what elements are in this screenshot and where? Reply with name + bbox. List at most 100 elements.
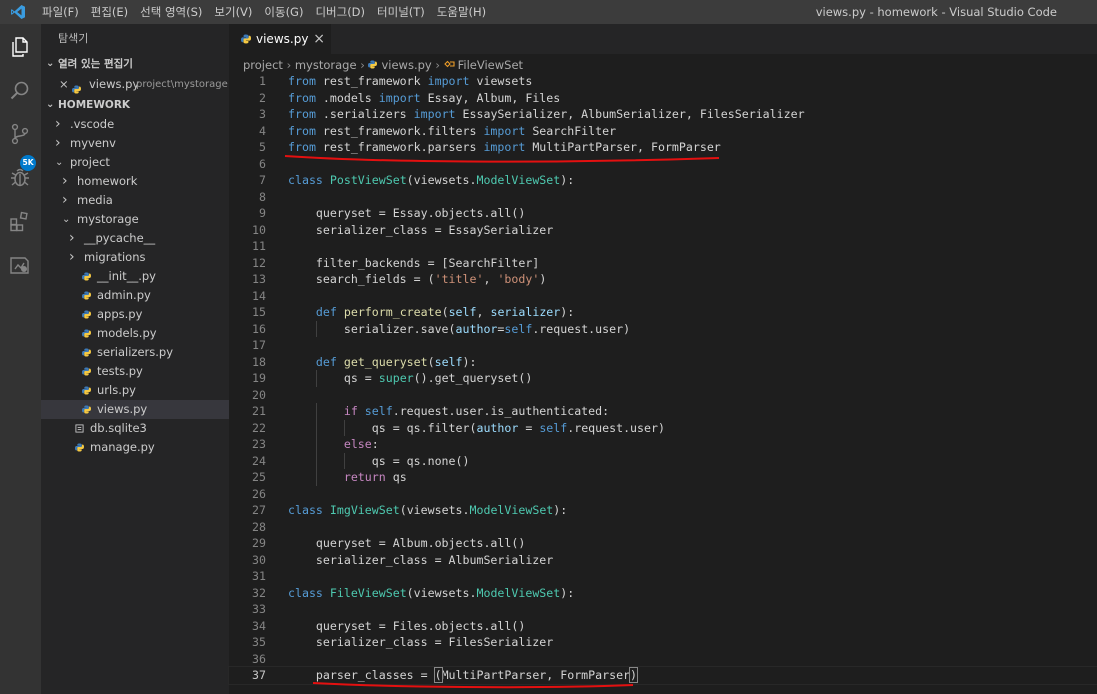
code-line[interactable]: 18 def get_queryset(self): [229, 354, 1097, 371]
code-line[interactable]: 25 return qs [229, 469, 1097, 486]
code-line[interactable]: 22 qs = qs.filter(author = self.request.… [229, 419, 1097, 436]
code-line[interactable]: 23 else: [229, 436, 1097, 453]
line-number: 34 [252, 618, 266, 633]
tree-file[interactable]: apps.py [41, 305, 229, 324]
code-token: .serializers [315, 107, 414, 121]
code-editor[interactable]: 1 from rest_framework import viewsets 2 fro… [228, 73, 1097, 685]
window-title: views.py - homework - Visual Studio Code [815, 5, 1057, 19]
breadcrumb-item[interactable]: views.py [381, 58, 431, 72]
code-line[interactable]: 9 queryset = Essay.objects.all() [229, 205, 1097, 222]
tree-file[interactable]: admin.py [41, 286, 229, 305]
code-line[interactable]: 27 class ImgViewSet(viewsets.ModelViewSet… [229, 502, 1097, 519]
code-line[interactable]: 30 serializer_class = AlbumSerializer [229, 552, 1097, 569]
tree-folder[interactable]: › myvenv [41, 134, 229, 153]
breadcrumb-item[interactable]: mystorage [295, 58, 357, 72]
code-line[interactable]: 2 from .models import Essay, Album, Files [229, 90, 1097, 107]
close-icon[interactable]: × [59, 74, 69, 95]
code-line[interactable]: 19 qs = super().get_queryset() [229, 370, 1097, 387]
code-line[interactable]: 35 serializer_class = FilesSerializer [229, 634, 1097, 651]
code-line[interactable]: 12 filter_backends = [SearchFilter] [229, 255, 1097, 272]
menu-item[interactable]: 디버그(D) [309, 4, 371, 20]
code-line[interactable]: 20 [229, 387, 1097, 404]
code-token: import [483, 123, 526, 138]
tree-item-label: project [70, 155, 110, 169]
code-line[interactable]: 37 parser_classes = (MultiPartParser, Fo… [228, 666, 1097, 685]
code-line[interactable]: 4 from rest_framework.filters import Sear… [229, 123, 1097, 140]
code-line[interactable]: 26 [229, 486, 1097, 503]
explorer-sidebar: 탐색기 ⌄ 열려 있는 편집기 × views.py project\mysto… [41, 24, 229, 694]
chevron-down-icon: ⌄ [62, 214, 71, 225]
tree-folder[interactable]: ⌄ mystorage [41, 210, 229, 229]
line-number: 29 [252, 536, 266, 550]
tree-item-label: media [77, 193, 113, 207]
code-text: class FileViewSet(viewsets.ModelViewSet)… [288, 585, 574, 602]
menu-item[interactable]: 보기(V) [208, 4, 258, 20]
tree-file[interactable]: db.sqlite3 [41, 419, 229, 438]
code-line[interactable]: 31 [229, 568, 1097, 585]
code-line[interactable]: 17 [229, 337, 1097, 354]
code-token: qs = qs.none() [288, 453, 470, 468]
code-line[interactable]: 13 search_fields = ('title', 'body') [229, 271, 1097, 288]
code-token: : [371, 437, 379, 451]
code-line[interactable]: 8 [229, 189, 1097, 206]
menu-item[interactable]: 편집(E) [85, 4, 134, 20]
tree-item-label: __pycache__ [84, 231, 156, 245]
database-file-icon [75, 424, 84, 433]
code-line[interactable]: 21 if self.request.user.is_authenticated… [229, 403, 1097, 420]
menu-item[interactable]: 선택 영역(S) [134, 4, 208, 20]
line-number: 30 [252, 552, 266, 567]
code-line[interactable]: 10 serializer_class = EssaySerializer [229, 222, 1097, 239]
tree-file[interactable]: __init__.py [41, 267, 229, 286]
code-line[interactable]: 33 [229, 601, 1097, 618]
tree-folder[interactable]: › __pycache__ [41, 229, 229, 248]
tree-folder[interactable]: › media [41, 191, 229, 210]
code-line[interactable]: 24 qs = qs.none() [229, 452, 1097, 469]
code-line[interactable]: 11 [229, 238, 1097, 255]
line-number: 16 [252, 321, 266, 336]
close-tab-icon[interactable]: × [313, 24, 325, 54]
debug-icon[interactable] [8, 165, 32, 189]
open-editor-item[interactable]: × views.py project\mystorage [41, 74, 229, 95]
code-line[interactable]: 36 [229, 651, 1097, 668]
tree-file[interactable]: views.py [41, 400, 229, 419]
tree-file[interactable]: manage.py [41, 438, 229, 457]
tree-file[interactable]: tests.py [41, 362, 229, 381]
tree-file[interactable]: models.py [41, 324, 229, 343]
tree-folder[interactable]: › .vscode [41, 115, 229, 134]
code-text: from rest_framework.filters import Searc… [288, 123, 616, 140]
code-line[interactable]: 28 [229, 519, 1097, 536]
tree-folder[interactable]: › migrations [41, 248, 229, 267]
code-line[interactable]: 16 serializer.save(author=self.request.u… [229, 320, 1097, 337]
extensions-icon[interactable] [8, 209, 32, 233]
tree-folder[interactable]: › homework [41, 172, 229, 191]
open-editors-section[interactable]: ⌄ 열려 있는 편집기 [41, 54, 229, 74]
menu-item[interactable]: 터미널(T) [371, 4, 431, 20]
tree-file[interactable]: urls.py [41, 381, 229, 400]
code-line[interactable]: 5 from rest_framework.parsers import Mult… [229, 139, 1097, 156]
search-icon[interactable] [8, 79, 32, 103]
code-line[interactable]: 3 from .serializers import EssaySerialize… [229, 106, 1097, 123]
menu-item[interactable]: 도움말(H) [431, 4, 492, 20]
explorer-icon[interactable] [8, 35, 32, 59]
code-line[interactable]: 34 queryset = Files.objects.all() [229, 618, 1097, 635]
tree-folder[interactable]: ⌄ project [41, 153, 229, 172]
remote-explorer-icon[interactable] [8, 253, 32, 277]
breadcrumb-item[interactable]: project [243, 58, 283, 72]
tab-views-py[interactable]: views.py × [229, 24, 331, 54]
code-text: queryset = Essay.objects.all() [288, 205, 525, 222]
code-line[interactable]: 15 def perform_create(self, serializer): [229, 304, 1097, 321]
code-line[interactable]: 7 class PostViewSet(viewsets.ModelViewSet… [229, 172, 1097, 189]
menu-item[interactable]: 이동(G) [258, 4, 309, 20]
code-line[interactable]: 14 [229, 288, 1097, 305]
tree-file[interactable]: serializers.py [41, 343, 229, 362]
code-line[interactable]: 32 class FileViewSet(viewsets.ModelViewSe… [229, 585, 1097, 602]
workspace-section[interactable]: ⌄ HOMEWORK [41, 95, 229, 115]
breadcrumb-item[interactable]: FileViewSet [458, 58, 523, 72]
code-line[interactable]: 29 queryset = Album.objects.all() [229, 535, 1097, 552]
source-control-icon[interactable] [8, 122, 32, 146]
code-line[interactable]: 1 from rest_framework import viewsets [229, 73, 1097, 90]
menu-item[interactable]: 파일(F) [36, 4, 85, 20]
code-line[interactable]: 6 [229, 156, 1097, 173]
